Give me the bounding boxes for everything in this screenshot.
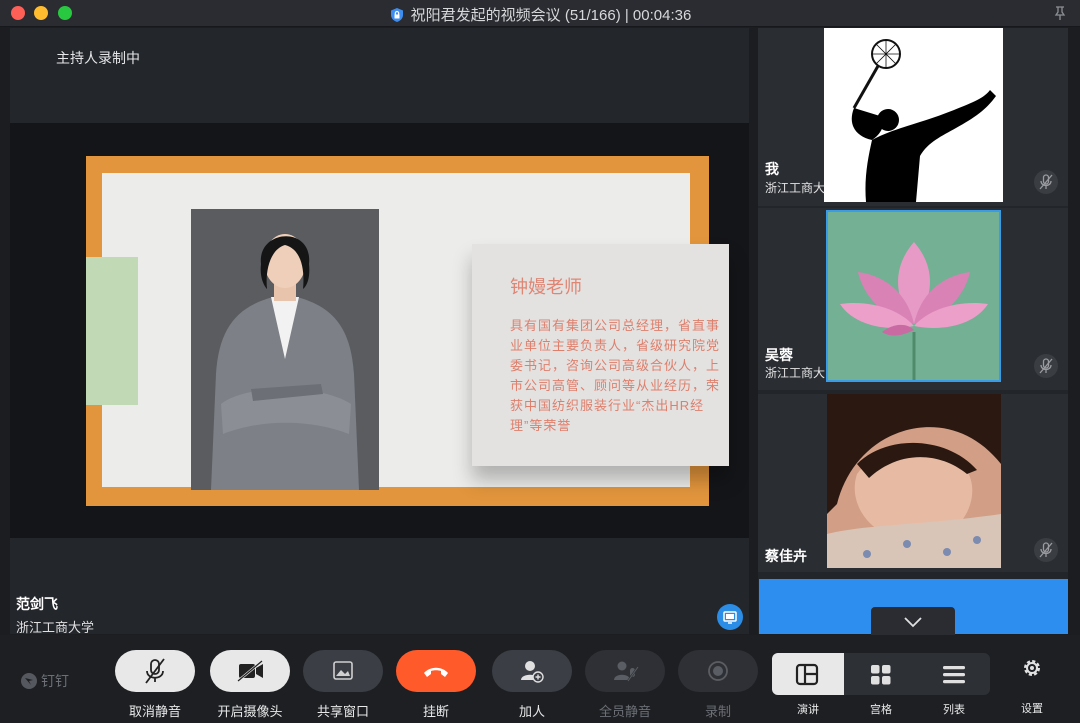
record-button[interactable]: 录制 bbox=[678, 650, 758, 720]
mute-all-pill[interactable] bbox=[585, 650, 665, 692]
pin-icon[interactable] bbox=[1052, 5, 1068, 26]
participant-org: 浙江工商大 bbox=[765, 366, 826, 380]
window-title: 祝阳君发起的视频会议 (51/166) | 00:04:36 bbox=[410, 7, 692, 24]
add-person-label: 加人 bbox=[518, 704, 545, 719]
mic-off-icon bbox=[1034, 538, 1058, 562]
participant-avatar bbox=[826, 210, 1001, 382]
shared-slide-area: 钟嫚老师 具有国有集团公司总经理，省直事业单位主要负责人，省级研究院党委书记，咨… bbox=[10, 123, 749, 538]
participant-avatar bbox=[827, 394, 1001, 568]
add-person-pill[interactable] bbox=[492, 650, 572, 692]
speaker-name: 范剑飞 bbox=[16, 596, 58, 612]
mute-all-label: 全员静音 bbox=[598, 704, 651, 719]
settings-button[interactable]: 设置 bbox=[1010, 657, 1054, 716]
slide-body: 具有国有集团公司总经理，省直事业单位主要负责人，省级研究院党委书记，咨询公司高级… bbox=[510, 318, 721, 433]
brand-label: 钉钉 bbox=[41, 673, 69, 689]
bottom-toolbar: 钉钉 取消静音 开启摄像头 共享窗口 挂断 加人 全员静音 录制 演讲 宫格 列… bbox=[0, 635, 1080, 723]
record-pill[interactable] bbox=[678, 650, 758, 692]
view-speaker-button[interactable] bbox=[772, 653, 844, 695]
camera-label: 开启摄像头 bbox=[217, 704, 283, 719]
add-person-button[interactable]: 加人 bbox=[492, 650, 572, 720]
active-speaker-label: 范剑飞 浙江工商大学 bbox=[16, 594, 94, 636]
title-bar: 祝阳君发起的视频会议 (51/166) | 00:04:36 bbox=[0, 0, 1080, 27]
participant-name: 蔡佳卉 bbox=[765, 548, 807, 564]
participant-name: 吴蓉 bbox=[765, 347, 793, 363]
list-layout-icon bbox=[943, 666, 965, 684]
slide-frame: 钟嫚老师 具有国有集团公司总经理，省直事业单位主要负责人，省级研究院党委书记，咨… bbox=[86, 156, 729, 506]
dingtalk-icon bbox=[21, 673, 37, 689]
speaker-photo bbox=[191, 209, 379, 490]
settings-label: 设置 bbox=[1021, 703, 1043, 715]
participant-tile[interactable]: 吴蓉 浙江工商大 bbox=[758, 208, 1068, 390]
main-video-area: 主持人录制中 钟嫚老师 具有国有集团公司总经理，省直事业单位主要负责人，省级研究… bbox=[10, 28, 749, 636]
participant-name: 我 bbox=[765, 161, 779, 177]
camera-button[interactable]: 开启摄像头 bbox=[210, 650, 290, 720]
participant-org: 浙江工商大 bbox=[765, 181, 826, 195]
intro-card: 钟嫚老师 具有国有集团公司总经理，省直事业单位主要负责人，省级研究院党委书记，咨… bbox=[472, 244, 729, 466]
slide-decor-left bbox=[86, 257, 138, 405]
screen-share-icon[interactable] bbox=[717, 604, 743, 630]
view-list-button[interactable] bbox=[918, 653, 990, 695]
view-list-label: 列表 bbox=[943, 704, 965, 716]
speaker-layout-icon bbox=[795, 663, 819, 686]
participant-tile[interactable]: 蔡佳卉 bbox=[758, 394, 1068, 572]
view-grid-label: 宫格 bbox=[870, 704, 892, 716]
share-window-button[interactable]: 共享窗口 bbox=[303, 650, 383, 720]
mic-off-icon bbox=[1034, 354, 1058, 378]
hangup-button[interactable]: 挂断 bbox=[396, 650, 476, 720]
share-window-pill[interactable] bbox=[303, 650, 383, 692]
window-title-wrap: 祝阳君发起的视频会议 (51/166) | 00:04:36 bbox=[0, 4, 1080, 27]
slide-title: 钟嫚老师 bbox=[510, 277, 582, 297]
unmute-pill[interactable] bbox=[115, 650, 195, 692]
record-label: 录制 bbox=[704, 704, 731, 719]
participant-sidebar[interactable]: 我 浙江工商大 吴蓉 浙江工商大 蔡佳卉 bbox=[758, 28, 1068, 637]
gear-icon bbox=[1024, 660, 1040, 676]
share-window-label: 共享窗口 bbox=[316, 704, 369, 719]
mic-off-icon bbox=[1034, 170, 1058, 194]
recording-status: 主持人录制中 bbox=[56, 50, 140, 66]
collapse-sidebar-button[interactable] bbox=[871, 607, 955, 637]
lock-icon bbox=[389, 7, 405, 27]
slide-content: 钟嫚老师 具有国有集团公司总经理，省直事业单位主要负责人，省级研究院党委书记，咨… bbox=[86, 173, 729, 490]
view-mode-switcher bbox=[772, 653, 990, 695]
unmute-label: 取消静音 bbox=[128, 704, 181, 719]
unmute-button[interactable]: 取消静音 bbox=[115, 650, 195, 720]
mute-all-button[interactable]: 全员静音 bbox=[585, 650, 665, 720]
hangup-label: 挂断 bbox=[422, 704, 449, 719]
camera-pill[interactable] bbox=[210, 650, 290, 692]
participant-tile[interactable]: 我 浙江工商大 bbox=[758, 28, 1068, 206]
brand-logo: 钉钉 bbox=[20, 671, 69, 691]
view-speaker-label: 演讲 bbox=[797, 704, 819, 716]
grid-layout-icon bbox=[871, 665, 891, 685]
view-grid-button[interactable] bbox=[845, 653, 917, 695]
hangup-pill[interactable] bbox=[396, 650, 476, 692]
participant-avatar bbox=[824, 28, 1003, 202]
speaker-org: 浙江工商大学 bbox=[16, 620, 95, 635]
